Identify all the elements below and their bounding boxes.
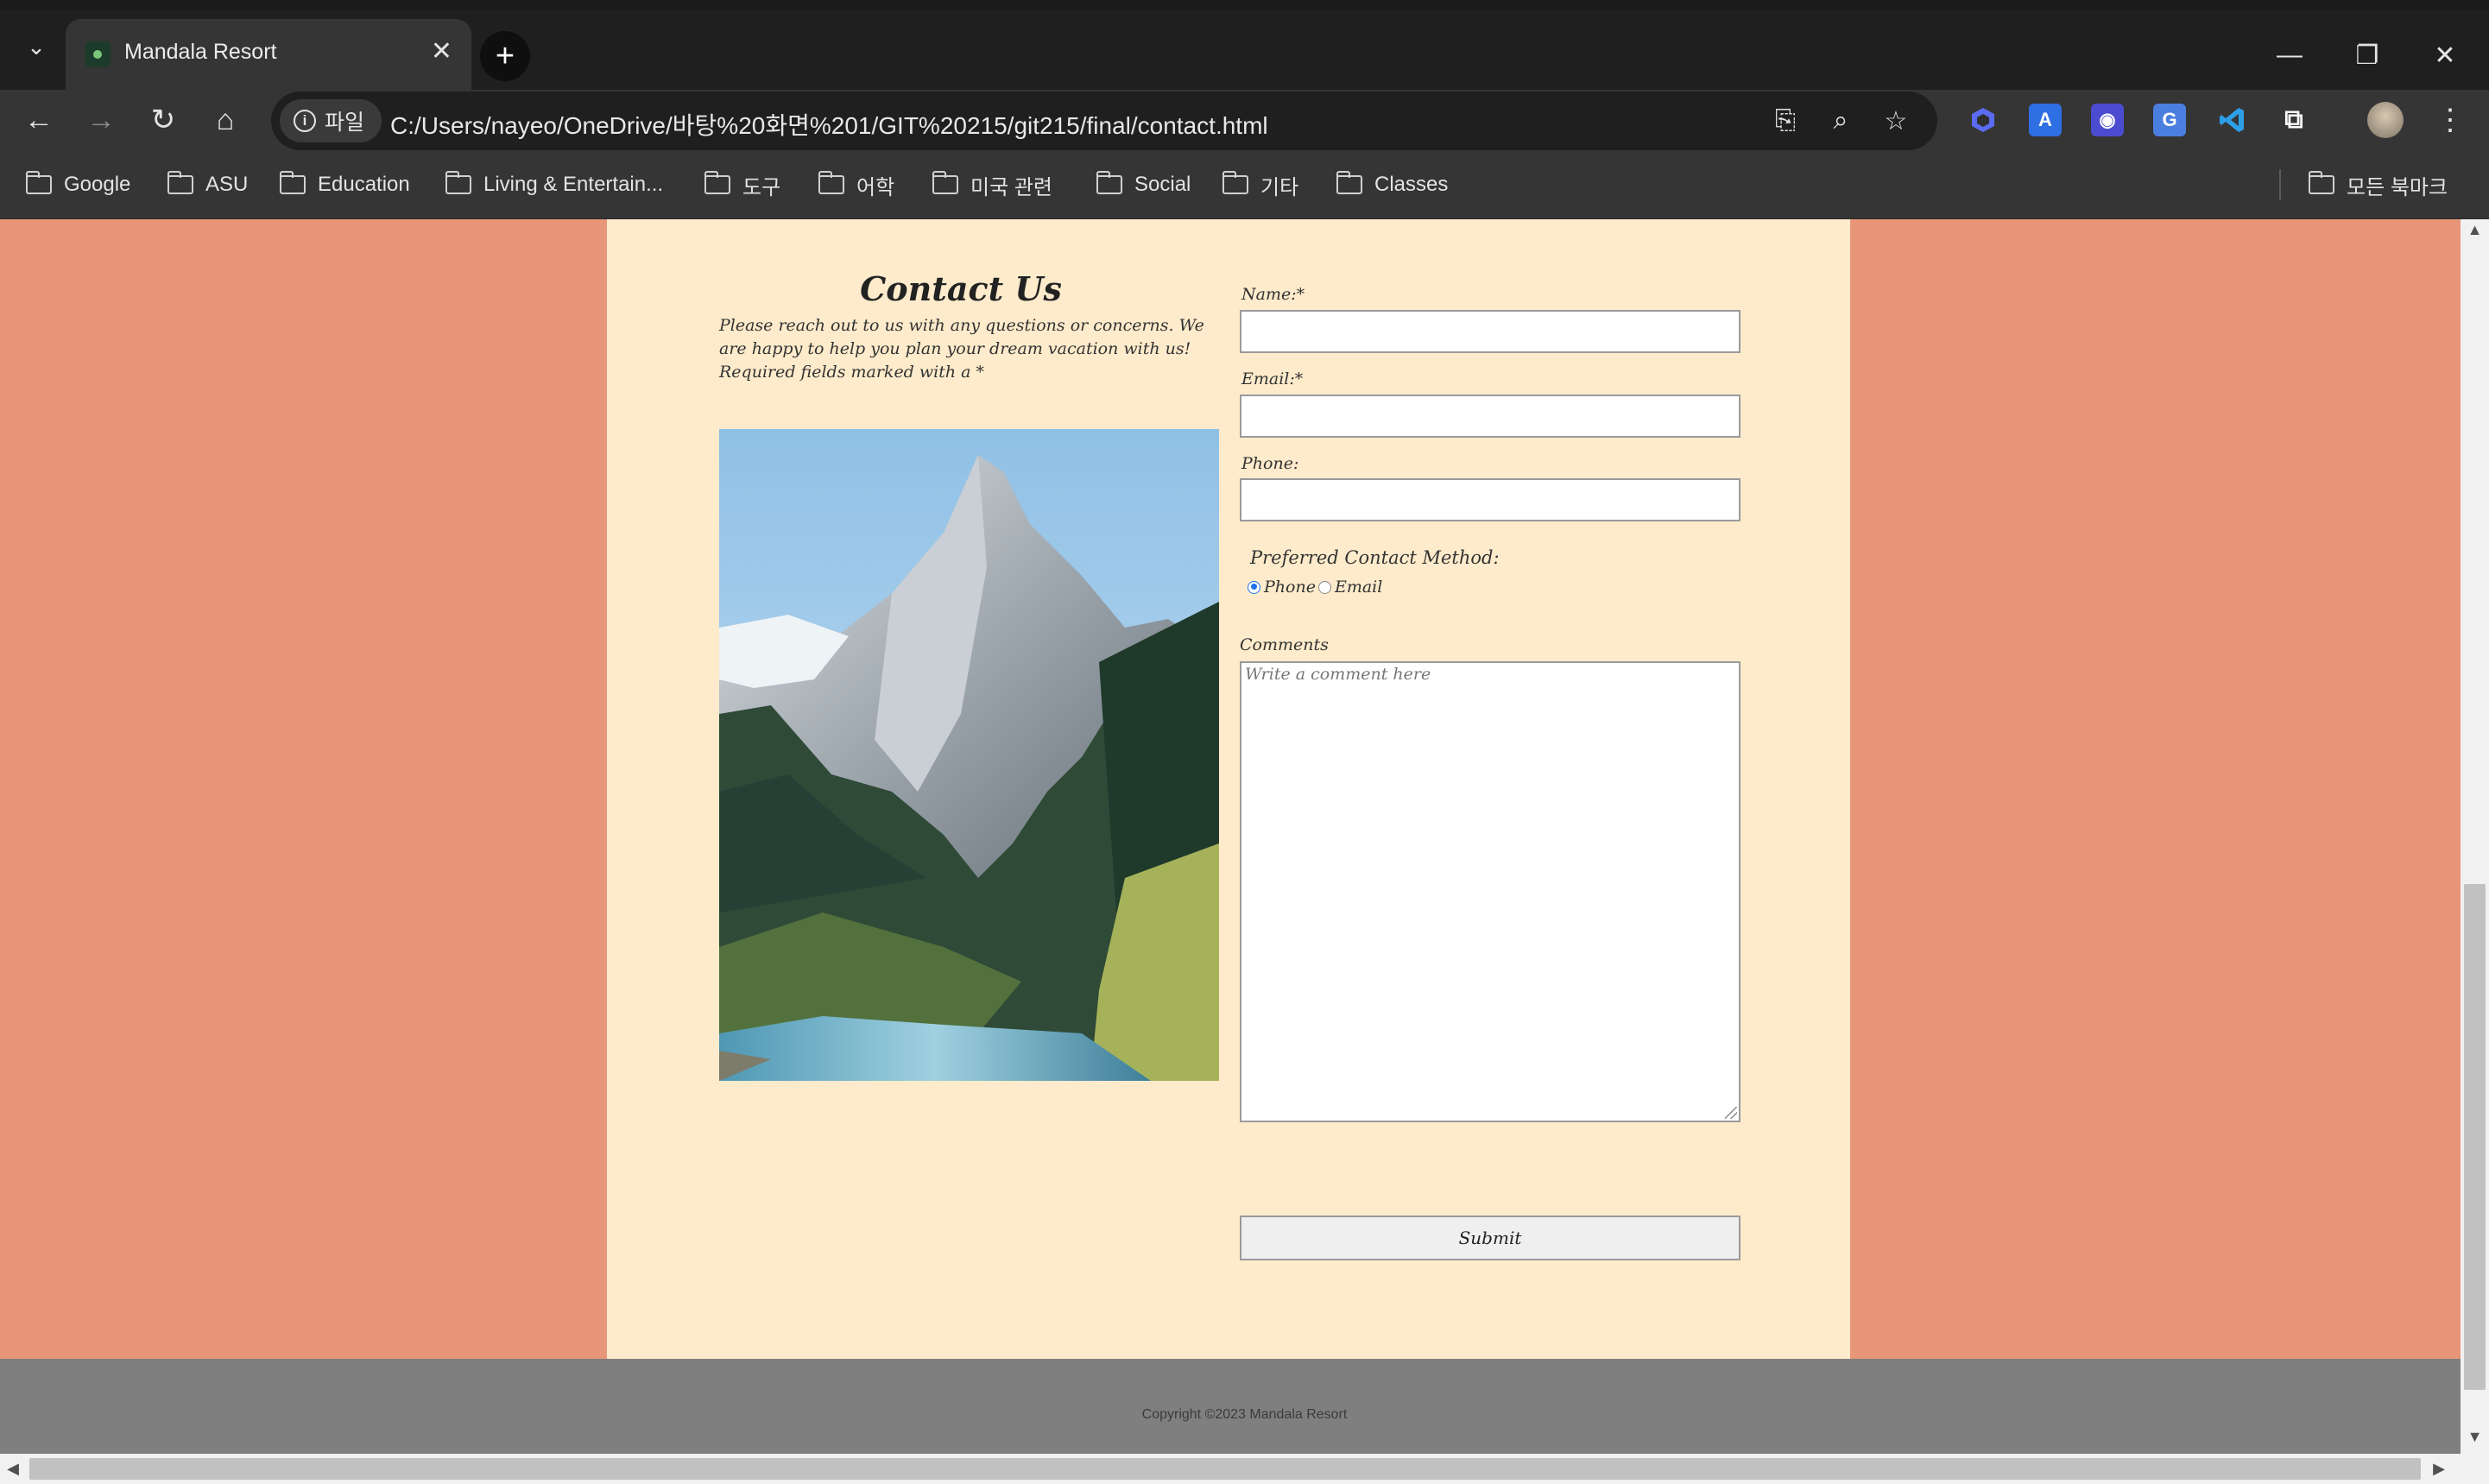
active-tab[interactable]: Mandala Resort ✕ — [66, 19, 471, 90]
new-tab-button[interactable]: + — [480, 31, 530, 81]
comments-label: Comments — [1240, 635, 1329, 654]
scroll-down-icon[interactable]: ▼ — [2461, 1428, 2489, 1446]
vertical-scrollbar[interactable]: ▲ ▼ — [2461, 219, 2489, 1454]
name-label: Name:* — [1241, 285, 1305, 304]
resize-grip-icon[interactable] — [1725, 1107, 1737, 1119]
comments-placeholder: Write a comment here — [1245, 665, 1431, 684]
folder-icon — [2308, 171, 2334, 194]
bookmark-folder[interactable]: Education — [279, 169, 410, 200]
bookmark-label: Google — [64, 173, 131, 196]
site-chip-label: 파일 — [325, 111, 365, 135]
folder-icon — [445, 171, 471, 194]
bookmark-folder[interactable]: Google — [25, 169, 131, 200]
site-info-chip[interactable]: i 파일 — [280, 99, 382, 142]
folder-icon — [1096, 171, 1122, 194]
menu-kebab-icon[interactable]: ⋮ — [2433, 98, 2467, 142]
extension-vscode-icon[interactable] — [2215, 104, 2248, 136]
bookmark-star-icon[interactable]: ☆ — [1879, 104, 1913, 138]
bookmark-label: Social — [1134, 173, 1191, 196]
folder-icon — [932, 171, 958, 194]
email-label: Email:* — [1241, 369, 1304, 388]
extension-q-icon[interactable]: ◉ — [2091, 104, 2124, 136]
folder-icon — [279, 171, 306, 194]
tab-bar: ⌄ Mandala Resort ✕ + — ❐ ✕ — [0, 10, 2489, 90]
close-tab-icon[interactable]: ✕ — [431, 36, 452, 66]
extensions-puzzle-icon[interactable]: ⧉ — [2277, 104, 2310, 136]
phone-field[interactable] — [1240, 478, 1740, 521]
preferred-contact-label: Preferred Contact Method: — [1250, 547, 1500, 568]
address-bar[interactable]: i 파일 C:/Users/nayeo/OneDrive/바탕%20화면%201… — [271, 92, 1937, 150]
vertical-scroll-thumb[interactable] — [2464, 884, 2486, 1390]
profile-avatar[interactable] — [2367, 102, 2404, 138]
restore-icon[interactable]: ❐ — [2341, 29, 2393, 81]
zoom-icon[interactable]: ⌕ — [1823, 104, 1858, 138]
bookmark-folder[interactable]: ASU — [167, 169, 248, 200]
reload-icon[interactable]: ↻ — [142, 98, 185, 142]
bookmark-folder[interactable]: Living & Entertain... — [445, 169, 663, 200]
bookmark-label: Living & Entertain... — [483, 173, 664, 196]
translate-icon[interactable]: ⎘ — [1768, 104, 1803, 138]
horizontal-scrollbar[interactable]: ◀ ▶ — [0, 1454, 2489, 1484]
forward-icon[interactable]: → — [79, 98, 123, 142]
bookmark-label: 미국 관련 — [970, 175, 1052, 199]
intro-text: Please reach out to us with any question… — [719, 316, 1204, 382]
radio-phone[interactable] — [1248, 580, 1260, 594]
folder-icon — [25, 171, 52, 194]
back-icon[interactable]: ← — [17, 98, 60, 142]
mountain-photo — [719, 429, 1219, 1081]
window-top-strip — [0, 0, 2489, 10]
bookmark-folder[interactable]: 어학 — [818, 169, 894, 200]
bookmarks-separator — [2279, 169, 2281, 200]
name-field[interactable] — [1240, 310, 1740, 353]
scroll-left-icon[interactable]: ◀ — [0, 1460, 26, 1478]
bookmark-label: 기타 — [1260, 175, 1299, 199]
phone-label: Phone: — [1241, 454, 1299, 473]
email-field[interactable] — [1240, 395, 1740, 438]
bookmark-label: Education — [318, 173, 410, 196]
all-bookmarks-folder[interactable]: 모든 북마크 — [2308, 169, 2448, 200]
folder-icon — [1222, 171, 1248, 194]
bookmark-label: 모든 북마크 — [2347, 175, 2448, 199]
extension-a-icon[interactable]: A — [2029, 104, 2062, 136]
bookmark-folder[interactable]: Social — [1096, 169, 1191, 200]
horizontal-scroll-thumb[interactable] — [29, 1458, 2421, 1480]
folder-icon — [818, 171, 844, 194]
bookmark-label: Classes — [1374, 173, 1449, 196]
copyright-text: Copyright ©2023 Mandala Resort — [1141, 1407, 1348, 1422]
radio-email-label: Email — [1334, 578, 1383, 597]
folder-icon — [704, 171, 730, 194]
bookmarks-bar: Google ASU Education Living & Entertain.… — [0, 150, 2489, 219]
url-text[interactable]: C:/Users/nayeo/OneDrive/바탕%20화면%201/GIT%… — [390, 107, 1268, 142]
folder-icon — [1336, 171, 1362, 194]
page-title: Contact Us — [860, 269, 1062, 308]
bookmark-folder[interactable]: 도구 — [704, 169, 780, 200]
scroll-up-icon[interactable]: ▲ — [2461, 221, 2489, 239]
bookmark-label: 도구 — [742, 175, 781, 199]
bookmark-label: ASU — [205, 173, 249, 196]
bookmark-label: 어학 — [856, 175, 895, 199]
radio-email[interactable] — [1317, 580, 1331, 594]
page-viewport: Contact Us Please reach out to us with a… — [0, 219, 2489, 1484]
folder-icon — [167, 171, 193, 194]
extension-copilot-icon[interactable] — [1967, 104, 1999, 136]
favicon-icon — [85, 41, 111, 67]
radio-phone-label: Phone — [1264, 578, 1316, 597]
contact-method-radio-group: Phone Email — [1248, 578, 1382, 597]
home-icon[interactable]: ⌂ — [204, 98, 247, 142]
content-column: Contact Us Please reach out to us with a… — [607, 219, 1850, 1359]
tab-search-chevron-icon[interactable]: ⌄ — [19, 29, 54, 64]
comments-textarea[interactable]: Write a comment here — [1240, 661, 1740, 1122]
footer: Copyright ©2023 Mandala Resort — [0, 1359, 2461, 1454]
tab-title: Mandala Resort — [124, 40, 277, 64]
minimize-icon[interactable]: — — [2264, 29, 2315, 81]
bookmark-folder[interactable]: 기타 — [1222, 169, 1298, 200]
submit-button[interactable]: Submit — [1240, 1216, 1740, 1260]
bookmark-folder[interactable]: 미국 관련 — [932, 169, 1052, 200]
bookmark-folder[interactable]: Classes — [1336, 169, 1448, 200]
browser-toolbar: ← → ↻ ⌂ i 파일 C:/Users/nayeo/OneDrive/바탕%… — [0, 90, 2489, 150]
info-icon: i — [294, 110, 316, 132]
scroll-right-icon[interactable]: ▶ — [2426, 1460, 2452, 1478]
close-window-icon[interactable]: ✕ — [2419, 29, 2471, 81]
extension-translate-icon[interactable]: G — [2153, 104, 2186, 136]
